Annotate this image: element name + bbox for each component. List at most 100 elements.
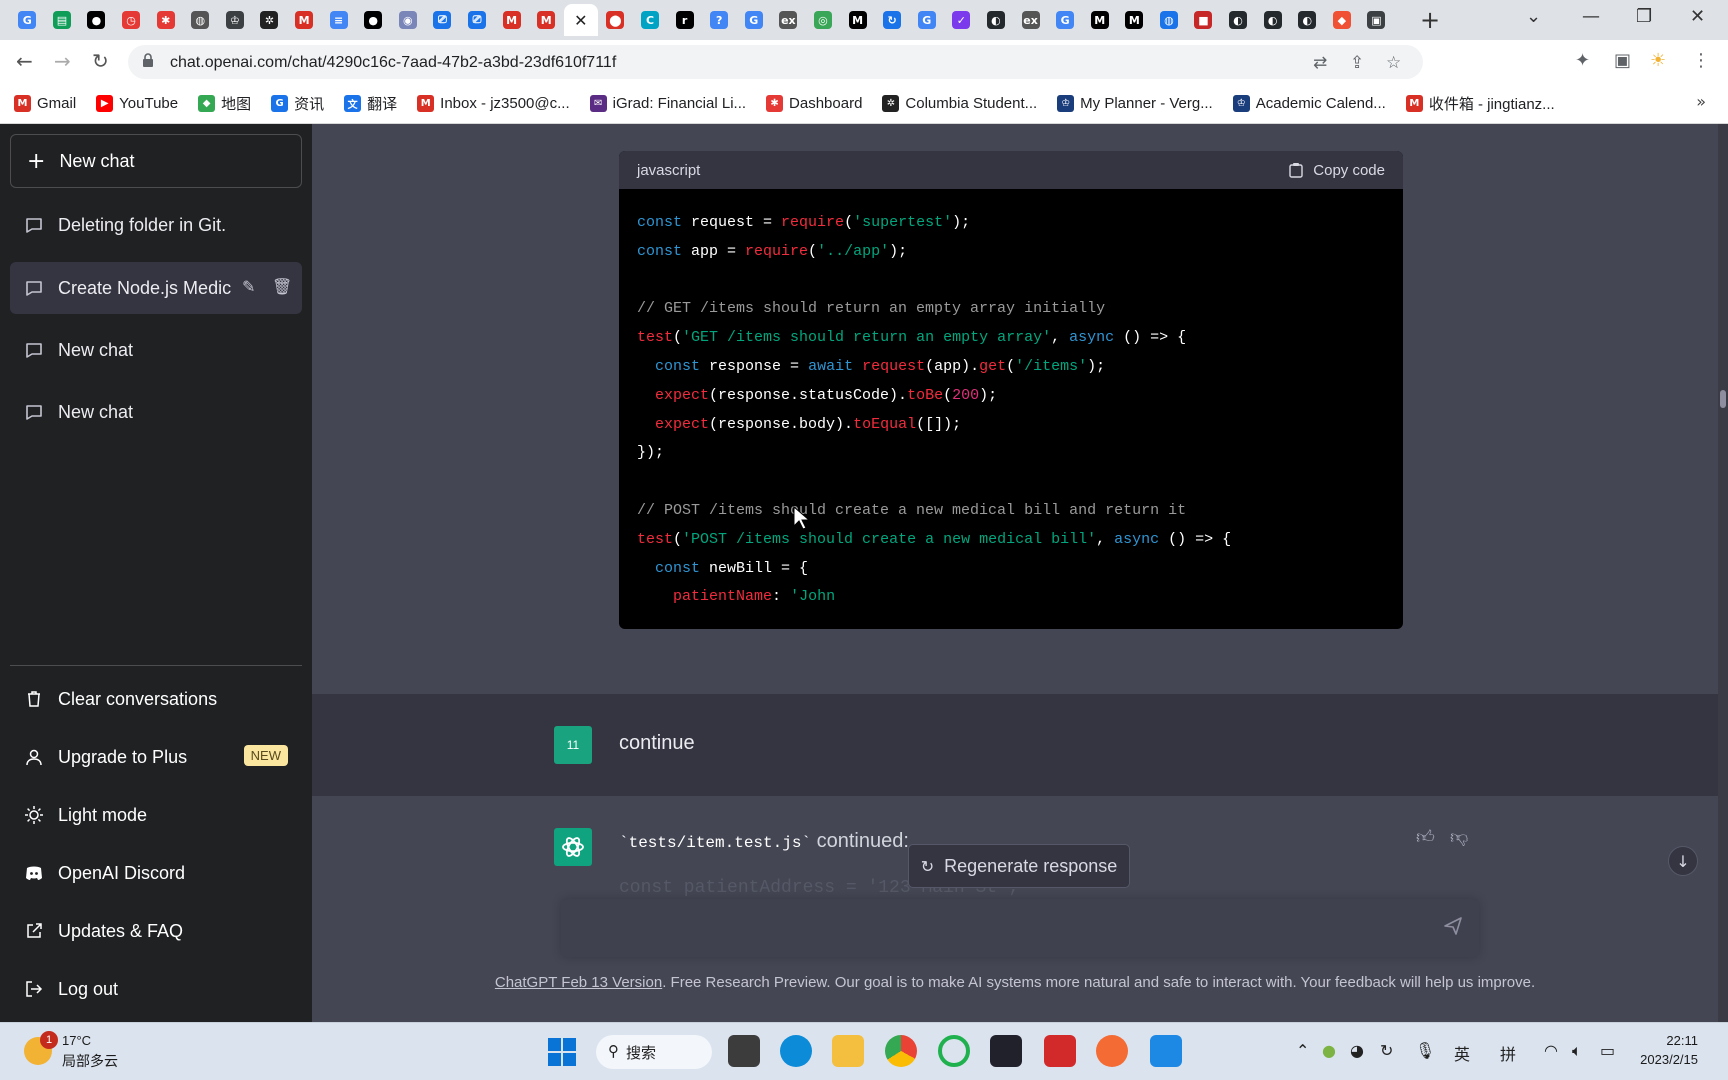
minimize-button[interactable]: — [1582, 6, 1600, 27]
new-tab-button[interactable]: + [1420, 6, 1440, 34]
browser-tab[interactable]: ◍ [1152, 4, 1187, 36]
battery-icon[interactable]: ▭ [1600, 1041, 1615, 1060]
browser-tab[interactable]: ex [771, 4, 806, 36]
browser-tab[interactable]: M [840, 4, 875, 36]
bookmark-item[interactable]: ✉ iGrad: Financial Li... [589, 95, 746, 112]
tray-app-icon[interactable]: ● [1322, 1041, 1336, 1060]
browser-tab[interactable]: ◐ [1255, 4, 1290, 36]
browser-tab[interactable]: ♔ [218, 4, 253, 36]
browser-tab[interactable]: ◐ [979, 4, 1014, 36]
wifi-icon[interactable]: ◠ [1544, 1041, 1558, 1060]
clear-conversations-button[interactable]: Clear conversations [10, 673, 302, 725]
wechat-ring-icon[interactable] [938, 1035, 970, 1067]
scroll-thumb[interactable] [1720, 390, 1726, 408]
browser-tab[interactable]: r [667, 4, 702, 36]
browser-tab[interactable]: ✲ [252, 4, 287, 36]
bookmark-item[interactable]: M 收件箱 - jingtianz... [1405, 93, 1555, 114]
browser-tab[interactable]: G [1048, 4, 1083, 36]
thumbs-down-icon[interactable]: 👎︎ [1450, 826, 1468, 848]
chrome-icon[interactable] [885, 1035, 917, 1067]
openai-discord-link[interactable]: OpenAI Discord [10, 847, 302, 899]
browser-tab[interactable]: ● [356, 4, 391, 36]
bookmark-item[interactable]: G 资讯 [271, 93, 324, 114]
browser-tab[interactable]: M [1117, 4, 1152, 36]
new-chat-button[interactable]: + New chat [10, 134, 302, 188]
tab-search-chevron-icon[interactable]: ⌄ [1526, 6, 1541, 27]
version-link[interactable]: ChatGPT Feb 13 Version [495, 974, 662, 991]
browser-tab[interactable]: G [736, 4, 771, 36]
profile-sun-icon[interactable]: ☀ [1650, 50, 1666, 71]
bookmark-item[interactable]: M Inbox - jz3500@c... [417, 95, 570, 112]
bookmark-item[interactable]: ◆ 地图 [198, 93, 251, 114]
browser-tab[interactable]: ▣ [1359, 4, 1394, 36]
postman-icon[interactable] [1096, 1035, 1128, 1067]
address-bar[interactable]: chat.openai.com/chat/4290c16c-7aad-47b2-… [128, 45, 1423, 79]
lock-icon[interactable] [142, 53, 154, 67]
conversation-item[interactable]: Deleting folder in Git. [10, 199, 302, 251]
share-icon[interactable]: ⇪ [1350, 53, 1364, 73]
bookmark-star-icon[interactable]: ☆ [1386, 53, 1401, 73]
file-explorer-icon[interactable] [832, 1035, 864, 1067]
vscode-icon[interactable] [1150, 1035, 1182, 1067]
browser-tab[interactable]: ≡ [321, 4, 356, 36]
bookmark-item[interactable]: ♔ My Planner - Verg... [1057, 95, 1213, 112]
extensions-icon[interactable]: ✦ [1575, 50, 1590, 71]
bookmark-item[interactable]: ▶ YouTube [96, 95, 178, 112]
wps-icon[interactable] [1044, 1035, 1076, 1067]
browser-tab[interactable]: ▤ [45, 4, 80, 36]
regenerate-response-button[interactable]: ↻ Regenerate response [908, 844, 1130, 888]
browser-tab[interactable]: G [10, 4, 45, 36]
browser-tab[interactable]: C [633, 4, 668, 36]
taskbar-search[interactable]: ⚲ 搜索 [596, 1035, 712, 1069]
browser-tab[interactable]: M [1082, 4, 1117, 36]
browser-tab[interactable]: ◆ [1325, 4, 1360, 36]
bookmark-item[interactable]: ✲ Columbia Student... [882, 95, 1037, 112]
browser-tab[interactable]: M [494, 4, 529, 36]
menu-kebab-icon[interactable]: ⋮ [1692, 50, 1710, 71]
microphone-icon[interactable]: 🎙︎ [1415, 1041, 1435, 1060]
weather-widget[interactable]: 1 17°C 局部多云 [22, 1031, 132, 1073]
updates-faq-link[interactable]: Updates & FAQ [10, 905, 302, 957]
window-close-button[interactable]: ✕ [1690, 6, 1705, 27]
browser-tab[interactable]: ◐ [1290, 4, 1325, 36]
volume-icon[interactable]: 🔈︎ [1572, 1041, 1582, 1061]
browser-tab[interactable]: M [529, 4, 564, 36]
edge-icon[interactable] [780, 1035, 812, 1067]
browser-tab[interactable]: ◐ [1221, 4, 1256, 36]
browser-tab[interactable]: ◎ [806, 4, 841, 36]
bookmark-item[interactable]: M Gmail [14, 95, 76, 112]
restore-button[interactable]: ❐ [1636, 6, 1652, 27]
browser-tab[interactable]: ✓ [944, 4, 979, 36]
browser-tab[interactable]: ⎚ [460, 4, 495, 36]
edit-icon[interactable]: ✎ [242, 277, 255, 296]
ime-english[interactable]: 英 [1454, 1041, 1470, 1065]
ime-pinyin[interactable]: 拼 [1500, 1041, 1516, 1065]
browser-tab[interactable]: G [909, 4, 944, 36]
conversation-item-active[interactable]: Create Node.js Medic ✎ 🗑 [10, 262, 302, 314]
browser-tab[interactable]: ? [702, 4, 737, 36]
translate-icon[interactable]: ⇄ [1313, 53, 1327, 73]
bookmarks-overflow-icon[interactable]: » [1696, 92, 1706, 111]
browser-tab[interactable]: ◷ [114, 4, 149, 36]
forward-button[interactable]: → [54, 49, 71, 73]
side-panel-icon[interactable]: ▣ [1614, 50, 1631, 71]
qq-icon[interactable]: ◕ [1350, 1041, 1364, 1060]
sync-icon[interactable]: ↻ [1380, 1041, 1393, 1060]
message-input[interactable] [561, 899, 1479, 957]
browser-tab[interactable]: ● [79, 4, 114, 36]
scroll-to-bottom-button[interactable]: ↓ [1668, 846, 1698, 876]
thumbs-up-icon[interactable]: 👍︎ [1416, 826, 1435, 848]
browser-tab[interactable]: ◉ [391, 4, 426, 36]
upgrade-to-plus-button[interactable]: Upgrade to Plus NEW [10, 731, 302, 783]
delete-icon[interactable]: 🗑 [272, 277, 292, 296]
start-button[interactable] [548, 1038, 576, 1066]
log-out-button[interactable]: Log out [10, 963, 302, 1015]
back-button[interactable]: ← [16, 49, 33, 73]
browser-tab[interactable]: ex [1013, 4, 1048, 36]
browser-tab[interactable]: ◍ [183, 4, 218, 36]
close-icon[interactable]: ✕ [574, 11, 587, 30]
bookmark-item[interactable]: ✱ Dashboard [766, 95, 862, 112]
browser-tab[interactable]: ✱ [148, 4, 183, 36]
conversation-item[interactable]: New chat [10, 386, 302, 438]
browser-tab[interactable]: ⬤ [598, 4, 633, 36]
